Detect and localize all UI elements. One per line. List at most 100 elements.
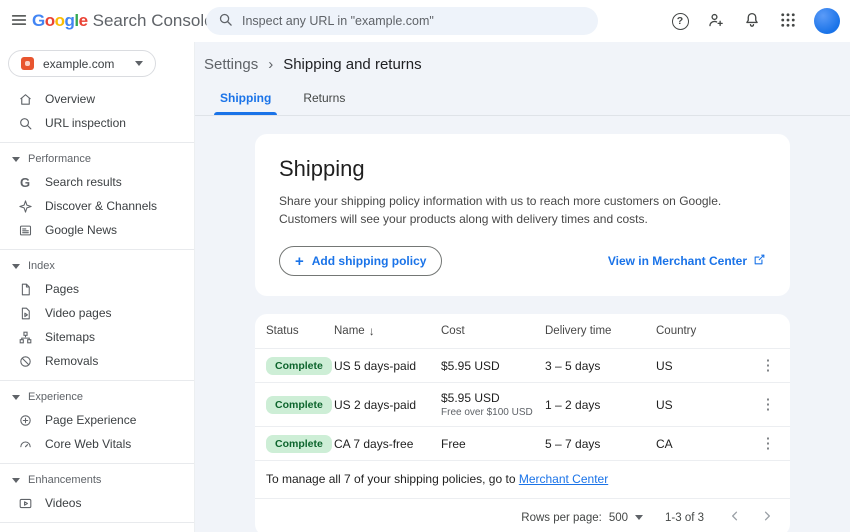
table-row[interactable]: Complete US 2 days-paid $5.95 USD Free o…	[255, 382, 790, 426]
sidebar-item-video-pages[interactable]: Video pages	[0, 301, 194, 325]
tab-bar: Shipping Returns	[195, 83, 850, 116]
hamburger-icon	[10, 11, 28, 32]
chevron-right-icon	[760, 509, 774, 526]
policy-country: US	[656, 398, 756, 412]
sidebar-item-overview[interactable]: Overview	[0, 87, 194, 111]
chevron-down-icon	[12, 157, 20, 162]
external-link-icon	[753, 253, 766, 269]
row-overflow-menu-icon[interactable]: ⋮	[757, 395, 780, 414]
url-inspect-input[interactable]	[242, 14, 586, 28]
section-title: Performance	[28, 153, 91, 165]
next-page-button[interactable]	[758, 507, 776, 528]
section-header-index[interactable]: Index	[0, 255, 194, 277]
topbar: Google Search Console ?	[0, 0, 850, 42]
bell-icon	[743, 11, 761, 32]
section-header-performance[interactable]: Performance	[0, 148, 194, 170]
sidebar-item-removals[interactable]: Removals	[0, 349, 194, 373]
plus-icon: +	[295, 254, 304, 269]
breadcrumb-separator-icon: ›	[268, 56, 273, 73]
sidebar-item-page-experience[interactable]: Page Experience	[0, 408, 194, 432]
policy-cost: Free	[441, 437, 545, 451]
sidebar-item-label: URL inspection	[45, 116, 126, 130]
add-shipping-policy-button[interactable]: + Add shipping policy	[279, 246, 442, 276]
policy-country: CA	[656, 437, 756, 451]
sidebar-section-performance: Performance G Search results Discover & …	[0, 142, 194, 242]
table-row[interactable]: Complete US 5 days-paid $5.95 USD 3 – 5 …	[255, 348, 790, 382]
add-button-label: Add shipping policy	[312, 254, 427, 268]
sidebar-item-sitemaps[interactable]: Sitemaps	[0, 325, 194, 349]
apps-grid-icon	[779, 11, 797, 32]
row-overflow-menu-icon[interactable]: ⋮	[757, 434, 780, 453]
chevron-down-icon	[135, 61, 143, 66]
column-header-name[interactable]: Name ↓	[334, 324, 441, 338]
video-player-icon	[17, 495, 33, 511]
help-button[interactable]: ?	[666, 7, 694, 35]
chevron-down-icon	[635, 515, 643, 520]
column-header-country[interactable]: Country	[656, 325, 756, 337]
policy-country: US	[656, 359, 756, 373]
sidebar-item-search-results[interactable]: G Search results	[0, 170, 194, 194]
sidebar-section-index: Index Pages Video pages	[0, 249, 194, 373]
tab-returns[interactable]: Returns	[287, 83, 361, 115]
policy-delivery: 3 – 5 days	[545, 359, 656, 373]
column-header-cost[interactable]: Cost	[441, 325, 545, 337]
property-selector[interactable]: example.com	[8, 50, 156, 77]
apps-grid-button[interactable]	[774, 7, 802, 35]
breadcrumb-current: Shipping and returns	[283, 56, 421, 73]
rows-per-page-control[interactable]: Rows per page: 500	[521, 512, 643, 524]
policy-name: US 5 days-paid	[334, 359, 441, 373]
url-inspect-searchbar[interactable]	[206, 7, 598, 35]
pagination-bar: Rows per page: 500 1-3 of 3	[255, 498, 790, 532]
account-avatar[interactable]	[814, 8, 840, 34]
table-row[interactable]: Complete CA 7 days-free Free 5 – 7 days …	[255, 426, 790, 460]
merchant-center-footer-link[interactable]: Merchant Center	[519, 472, 608, 486]
body: example.com Overview URL inspection	[0, 42, 850, 532]
policy-delivery: 5 – 7 days	[545, 437, 656, 451]
sidebar-item-google-news[interactable]: Google News	[0, 218, 194, 242]
column-header-delivery-time[interactable]: Delivery time	[545, 325, 656, 337]
breadcrumb-settings-link[interactable]: Settings	[204, 56, 258, 73]
section-header-enhancements[interactable]: Enhancements	[0, 469, 194, 491]
pagination-controls	[726, 507, 776, 528]
notifications-button[interactable]	[738, 7, 766, 35]
section-header-security-manual-actions[interactable]: Security & Manual Actions	[0, 528, 194, 532]
tab-shipping[interactable]: Shipping	[204, 83, 287, 115]
shipping-policies-table-card: Status Name ↓ Cost Delivery time Country…	[255, 314, 790, 532]
sidebar-item-pages[interactable]: Pages	[0, 277, 194, 301]
policy-name: US 2 days-paid	[334, 398, 441, 412]
chevron-left-icon	[728, 509, 742, 526]
magnifier-icon	[17, 115, 33, 131]
merchant-link-label: View in Merchant Center	[608, 254, 747, 268]
policy-name: CA 7 days-free	[334, 437, 441, 451]
google-g-icon: G	[17, 174, 33, 190]
intro-actions-row: + Add shipping policy View in Merchant C…	[279, 246, 766, 276]
sidebar-item-discover-channels[interactable]: Discover & Channels	[0, 194, 194, 218]
view-in-merchant-center-link[interactable]: View in Merchant Center	[608, 253, 766, 269]
description-line-2: Customers will see your products along w…	[279, 210, 766, 228]
sidebar-item-label: Removals	[45, 354, 98, 368]
sidebar-item-label: Search results	[45, 175, 122, 189]
sidebar-item-core-web-vitals[interactable]: Core Web Vitals	[0, 432, 194, 456]
sidebar-item-url-inspection[interactable]: URL inspection	[0, 111, 194, 135]
column-header-status[interactable]: Status	[266, 325, 334, 337]
sidebar-section-experience: Experience Page Experience Core Web Vita…	[0, 380, 194, 456]
chevron-down-icon	[12, 478, 20, 483]
hamburger-menu-button[interactable]	[10, 7, 28, 35]
row-overflow-menu-icon[interactable]: ⋮	[757, 356, 780, 375]
pagination-range: 1-3 of 3	[665, 512, 704, 524]
status-badge: Complete	[266, 435, 332, 453]
status-badge: Complete	[266, 357, 332, 375]
google-search-console-logo[interactable]: Google Search Console	[32, 11, 214, 31]
removals-blocked-icon	[17, 353, 33, 369]
shipping-intro-card: Shipping Share your shipping policy info…	[255, 134, 790, 296]
section-title: Experience	[28, 391, 83, 403]
sidebar-item-label: Videos	[45, 496, 81, 510]
previous-page-button[interactable]	[726, 507, 744, 528]
policy-cost: $5.95 USD Free over $100 USD	[441, 391, 545, 418]
discover-sparkle-icon	[17, 198, 33, 214]
page-title: Shipping	[279, 156, 766, 182]
user-settings-button[interactable]	[702, 7, 730, 35]
section-header-experience[interactable]: Experience	[0, 386, 194, 408]
sidebar-item-label: Video pages	[45, 306, 112, 320]
sidebar-item-videos[interactable]: Videos	[0, 491, 194, 515]
